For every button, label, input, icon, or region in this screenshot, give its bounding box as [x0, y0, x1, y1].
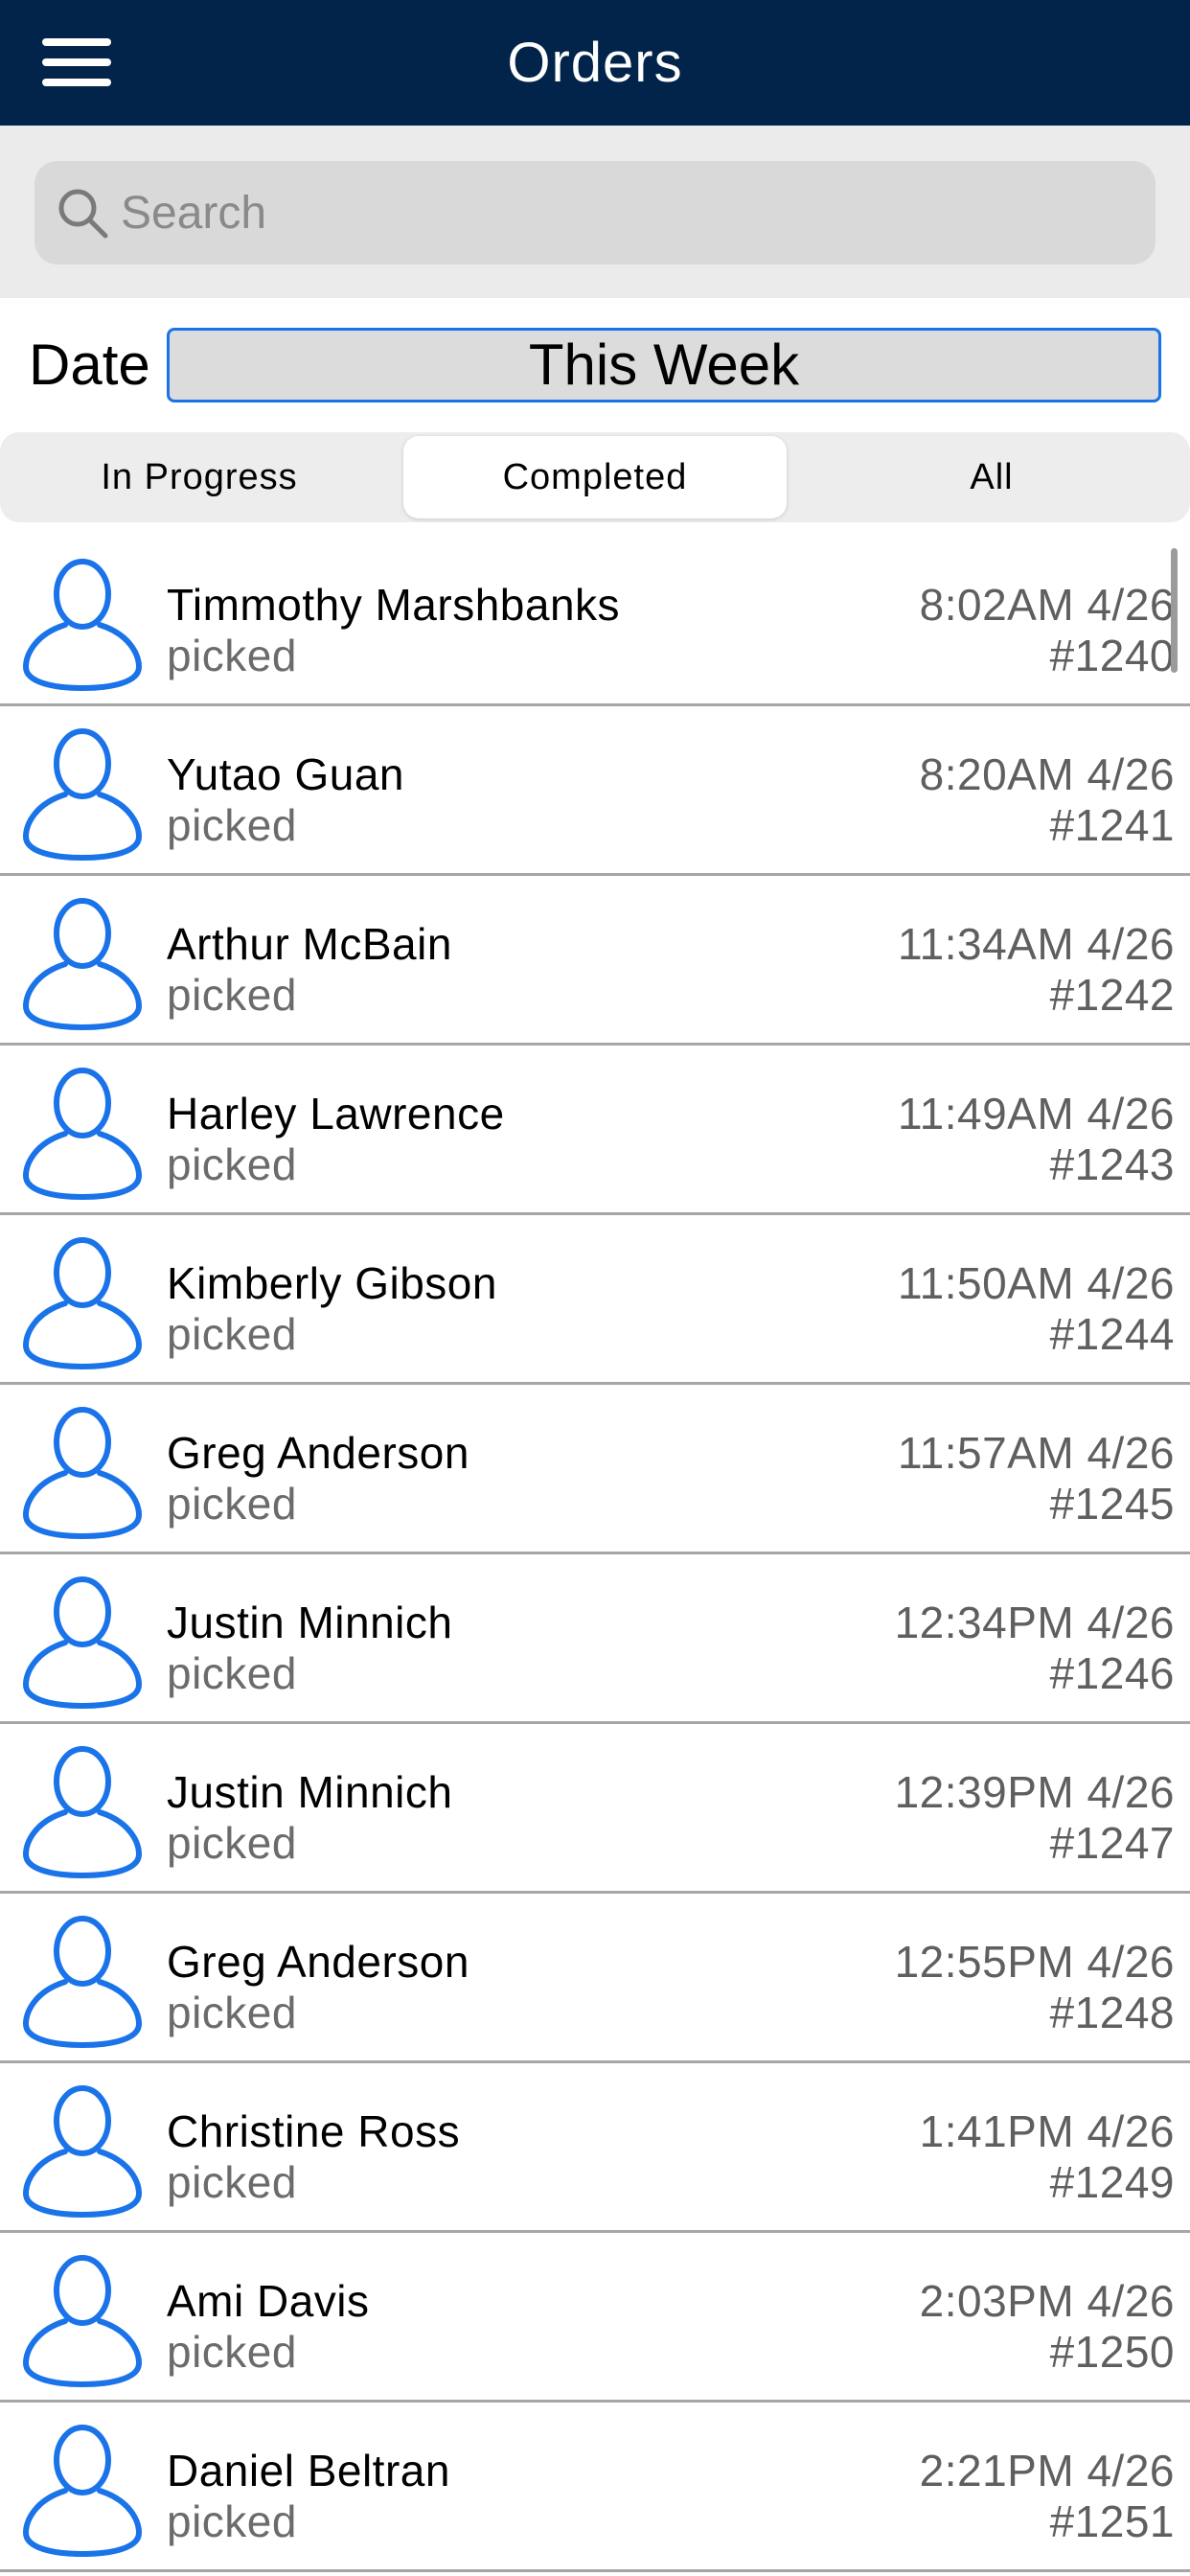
scroll-indicator[interactable] [1171, 548, 1178, 673]
order-status: picked [167, 1818, 297, 1868]
order-status: picked [167, 2327, 297, 2377]
order-status: picked [167, 1479, 297, 1529]
order-row[interactable]: Timmothy Marshbanks picked 8:02AM 4/26 #124… [0, 537, 1190, 706]
customer-name: Kimberly Gibson [167, 1258, 497, 1308]
order-row[interactable]: Ami Davis picked 2:03PM 4/26 #1250 [0, 2233, 1190, 2403]
order-row[interactable]: Greg Anderson picked 11:57AM 4/26 #1245 [0, 1385, 1190, 1554]
order-number: #1240 [1049, 631, 1175, 680]
order-number: #1245 [1049, 1479, 1175, 1529]
tab-in-progress[interactable]: In Progress [8, 436, 391, 518]
page-title: Orders [507, 32, 683, 94]
order-time: 2:21PM 4/26 [919, 2446, 1175, 2496]
order-status: picked [167, 1648, 297, 1698]
customer-name: Justin Minnich [167, 1767, 453, 1817]
order-time: 12:39PM 4/26 [894, 1767, 1175, 1817]
order-row[interactable]: Daniel Beltran picked 2:21PM 4/26 #1251 [0, 2403, 1190, 2572]
order-row[interactable]: Justin Minnich picked 12:34PM 4/26 #1246 [0, 1554, 1190, 1724]
order-time: 12:34PM 4/26 [894, 1598, 1175, 1647]
order-row[interactable]: Kimberly Gibson picked 11:50AM 4/26 #1244 [0, 1215, 1190, 1385]
search-bar-container [0, 126, 1190, 298]
customer-name: Greg Anderson [167, 1937, 469, 1987]
customer-name: Harley Lawrence [167, 1089, 505, 1138]
customer-name: Greg Anderson [167, 1428, 469, 1478]
person-icon [22, 1068, 143, 1201]
order-number: #1249 [1049, 2157, 1175, 2207]
order-number: #1248 [1049, 1988, 1175, 2037]
order-time: 11:50AM 4/26 [897, 1258, 1175, 1308]
order-status: picked [167, 800, 297, 850]
customer-name: Ami Davis [167, 2276, 370, 2326]
order-status: picked [167, 2157, 297, 2207]
order-time: 2:03PM 4/26 [919, 2276, 1175, 2326]
customer-name: Daniel Beltran [167, 2446, 450, 2496]
order-number: #1243 [1049, 1139, 1175, 1189]
order-status: picked [167, 1139, 297, 1189]
order-number: #1241 [1049, 800, 1175, 850]
customer-name: Arthur McBain [167, 919, 452, 969]
order-status: picked [167, 631, 297, 680]
order-status: picked [167, 970, 297, 1020]
order-time: 11:34AM 4/26 [897, 919, 1175, 969]
order-time: 1:41PM 4/26 [919, 2106, 1175, 2156]
order-time: 8:20AM 4/26 [919, 749, 1175, 799]
person-icon [22, 1576, 143, 1710]
person-icon [22, 1237, 143, 1370]
search-input[interactable] [121, 161, 1136, 264]
order-status: picked [167, 1309, 297, 1359]
person-icon [22, 559, 143, 692]
customer-name: Yutao Guan [167, 749, 404, 799]
order-number: #1242 [1049, 970, 1175, 1020]
tab-completed[interactable]: Completed [403, 436, 787, 518]
search-icon [58, 189, 108, 239]
order-number: #1250 [1049, 2327, 1175, 2377]
order-status: picked [167, 1988, 297, 2037]
order-status: picked [167, 2496, 297, 2546]
status-segmented-control: In Progress Completed All [0, 432, 1190, 522]
order-time: 12:55PM 4/26 [894, 1937, 1175, 1987]
search-box[interactable] [34, 161, 1156, 264]
order-time: 8:02AM 4/26 [919, 580, 1175, 630]
order-row[interactable]: Greg Anderson picked 12:55PM 4/26 #1248 [0, 1894, 1190, 2063]
order-row[interactable]: Arthur McBain picked 11:34AM 4/26 #1242 [0, 876, 1190, 1046]
order-row[interactable]: Yutao Guan picked 8:20AM 4/26 #1241 [0, 706, 1190, 876]
customer-name: Christine Ross [167, 2106, 461, 2156]
person-icon [22, 898, 143, 1031]
order-number: #1246 [1049, 1648, 1175, 1698]
date-range-field[interactable]: This Week [167, 328, 1161, 402]
nav-bar: Orders [0, 0, 1190, 126]
person-icon [22, 1746, 143, 1879]
tab-all[interactable]: All [800, 436, 1183, 518]
order-number: #1251 [1049, 2496, 1175, 2546]
person-icon [22, 728, 143, 862]
person-icon [22, 1916, 143, 2049]
order-number: #1247 [1049, 1818, 1175, 1868]
order-time: 11:49AM 4/26 [897, 1089, 1175, 1138]
date-label: Date [29, 333, 150, 397]
order-row[interactable]: Justin Minnich picked 12:39PM 4/26 #1247 [0, 1724, 1190, 1894]
date-filter-row: Date This Week [0, 298, 1190, 432]
customer-name: Justin Minnich [167, 1598, 453, 1647]
order-time: 11:57AM 4/26 [897, 1428, 1175, 1478]
person-icon [22, 1407, 143, 1540]
person-icon [22, 2255, 143, 2388]
order-row[interactable]: Christine Ross picked 1:41PM 4/26 #1249 [0, 2063, 1190, 2233]
person-icon [22, 2425, 143, 2558]
orders-list: Timmothy Marshbanks picked 8:02AM 4/26 #124… [0, 537, 1190, 2572]
person-icon [22, 2085, 143, 2219]
order-number: #1244 [1049, 1309, 1175, 1359]
order-row[interactable]: Harley Lawrence picked 11:49AM 4/26 #1243 [0, 1046, 1190, 1215]
customer-name: Timmothy Marshbanks [167, 580, 621, 630]
